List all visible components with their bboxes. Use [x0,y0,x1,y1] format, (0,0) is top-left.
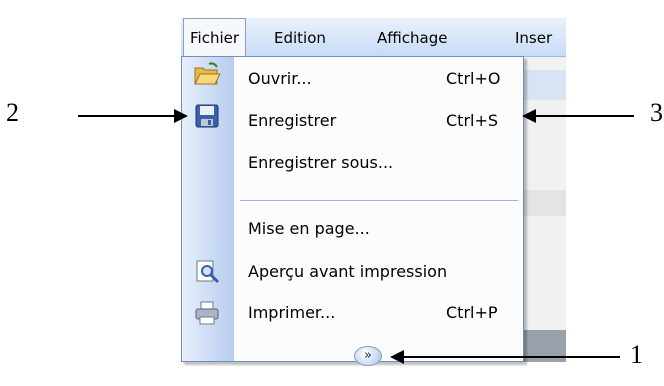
annotation-arrow-2 [78,115,176,117]
menu-item-shortcut: Ctrl+P [446,303,498,322]
save-icon [193,102,221,130]
arrow-head-icon [390,350,404,364]
menu-item-label: Aperçu avant impression [248,262,448,281]
menu-item-label: Mise en page... [248,219,370,238]
menu-item-shortcut: Ctrl+O [446,69,501,88]
menu-item-apercu[interactable]: Aperçu avant impression [234,255,522,289]
annotation-label-3: 3 [650,98,663,127]
menu-separator [240,200,518,201]
menu-item-mise-en-page[interactable]: Mise en page... [234,212,522,246]
arrow-head-icon [174,109,188,123]
annotation-arrow-1 [402,356,620,358]
menu-fichier[interactable]: Fichier [183,18,247,56]
annotation-label-2: 2 [6,98,19,127]
menu-item-enregistrer[interactable]: Enregistrer Ctrl+S [234,104,522,138]
annotation-arrow-3 [534,115,634,117]
menu-edition[interactable]: Edition [274,18,326,56]
menu-item-shortcut: Ctrl+S [446,111,499,130]
menu-insertion[interactable]: Inser [515,18,552,56]
menu-bar: Fichier Edition Affichage Inser [181,18,566,57]
menu-item-label: Enregistrer [248,111,337,130]
expand-menu-button[interactable]: » [354,346,382,366]
menu-affichage[interactable]: Affichage [377,18,447,56]
menu-item-label: Imprimer... [248,303,336,322]
menu-item-enregistrer-sous[interactable]: Enregistrer sous... [234,146,522,180]
menu-item-ouvrir[interactable]: Ouvrir... Ctrl+O [234,62,522,96]
menu-item-label: Ouvrir... [248,69,312,88]
menu-item-label: Enregistrer sous... [248,153,394,172]
annotation-label-1: 1 [630,340,643,369]
menu-item-imprimer[interactable]: Imprimer... Ctrl+P [234,296,522,330]
open-folder-icon [193,60,221,88]
printer-icon [193,299,221,327]
print-preview-icon [193,258,221,286]
arrow-head-icon [522,109,536,123]
